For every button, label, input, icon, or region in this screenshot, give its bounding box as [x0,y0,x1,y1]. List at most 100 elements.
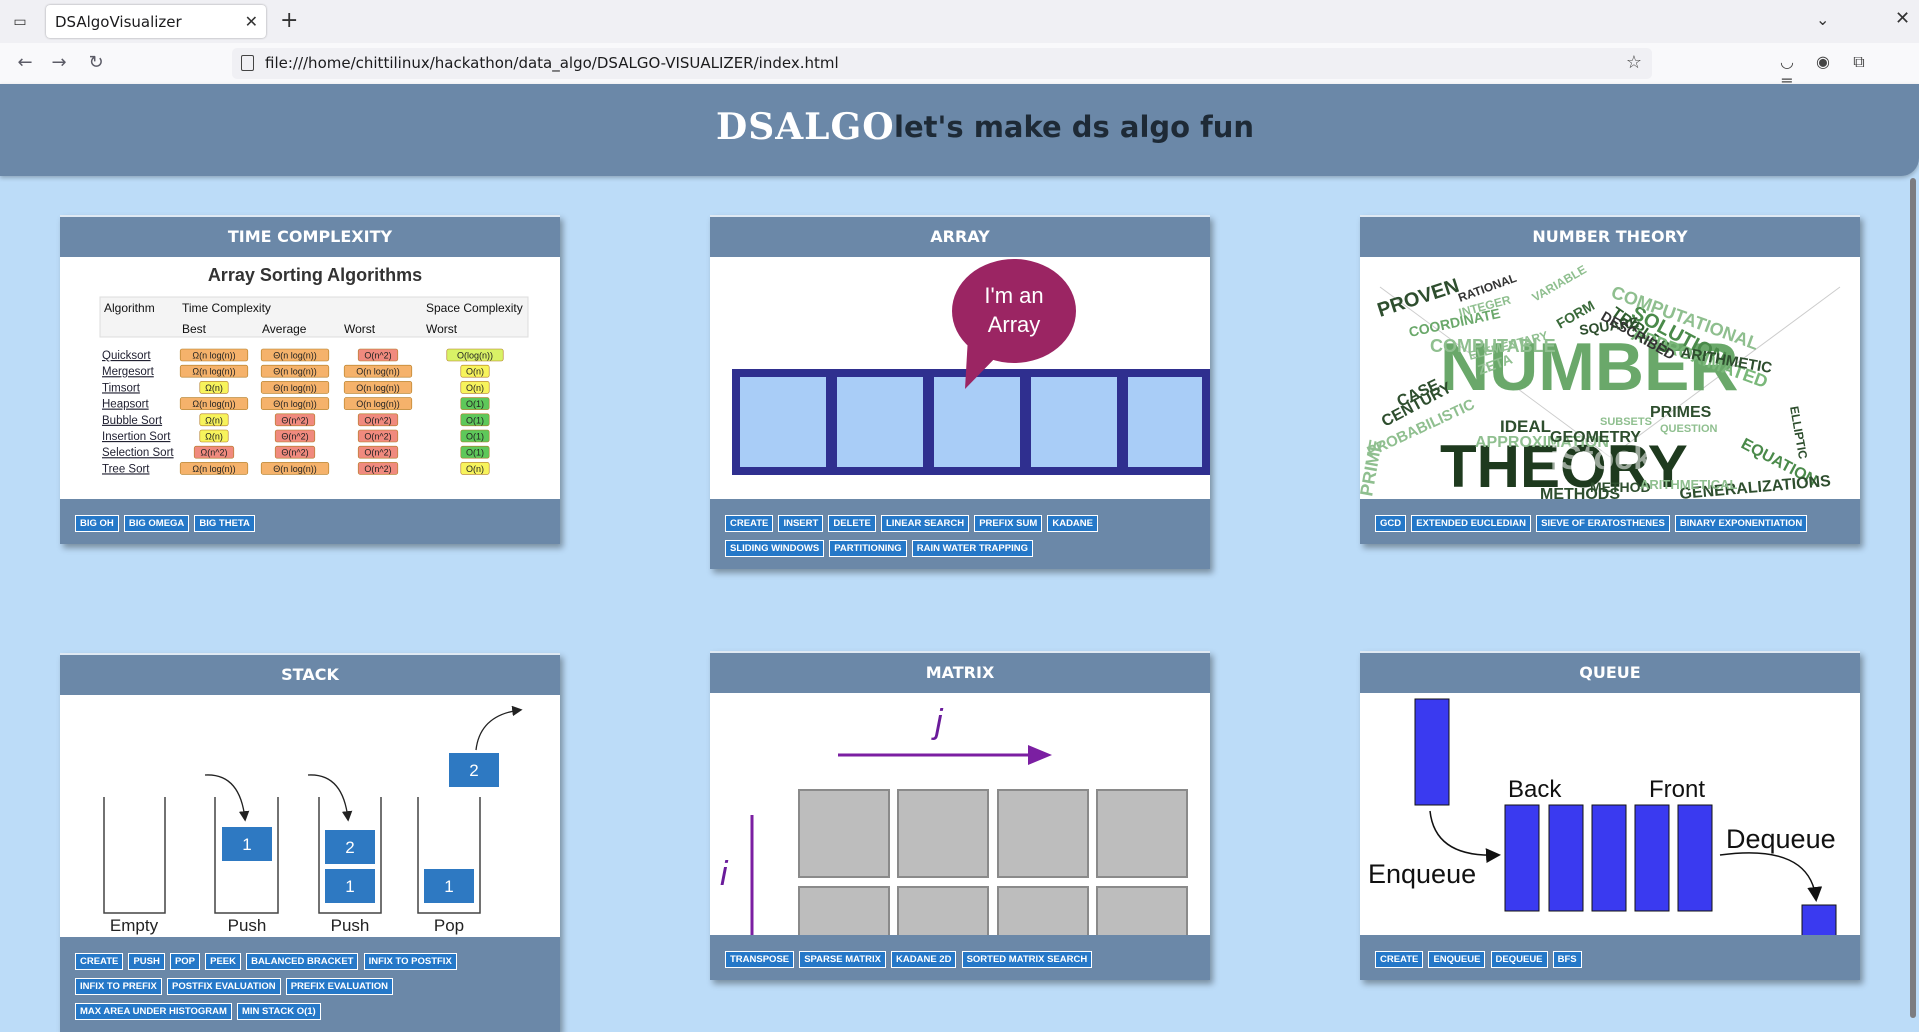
extensions-icon[interactable]: ⧉ [1848,52,1870,72]
card-matrix[interactable]: MATRIX j i TRANSPOSE SPARSE MATRIX KADAN… [710,651,1210,980]
star-icon[interactable]: ☆ [1626,52,1642,73]
tag-button-prefix-evaluation[interactable]: PREFIX EVALUATION [285,978,393,995]
complexity-value: O(n^2) [364,432,391,442]
sort-algorithm-name[interactable]: Bubble Sort [102,415,163,427]
tag-button-delete[interactable]: DELETE [828,515,876,532]
chevron-down-icon[interactable]: ⌄ [1816,10,1829,29]
sort-algorithm-name[interactable]: Heapsort [102,399,149,411]
card-queue[interactable]: QUEUE Back Front Enqueue Dequeue CREATE … [1360,651,1860,980]
tag-button-insert[interactable]: INSERT [778,515,824,532]
tag-button-max-area-under-histogram[interactable]: MAX AREA UNDER HISTOGRAM [75,1003,232,1020]
sort-algorithm-name[interactable]: Insertion Sort [102,431,171,443]
browser-tab[interactable]: DSAlgoVisualizer ✕ [46,5,266,38]
stack-block-label: 1 [444,877,453,896]
complexity-value: O(n^2) [364,351,391,361]
complexity-value: Ω(n) [205,415,223,425]
reload-icon[interactable]: ↻ [85,52,107,74]
stack-image: 1 2 1 1 2 Empty Push Push Pop [60,695,560,937]
tag-button-pop[interactable]: POP [169,953,201,970]
forward-icon[interactable]: → [48,52,70,74]
stack-block-label: 2 [345,838,354,857]
queue-outgoing-item [1801,904,1837,935]
sort-algorithm-name[interactable]: Selection Sort [102,447,174,459]
queue-item [1677,804,1713,912]
complexity-value: O(n^2) [364,415,391,425]
tag-button-create[interactable]: CREATE [1375,951,1424,968]
tag-button-infix-to-prefix[interactable]: INFIX TO PREFIX [75,978,162,995]
tag-list: CREATE INSERT DELETE LINEAR SEARCH PREFI… [710,499,1210,569]
tag-button-big-theta[interactable]: BIG THETA [194,515,255,532]
sort-algorithm-name[interactable]: Quicksort [102,350,151,362]
queue-item [1591,804,1627,912]
tag-button-balanced-bracket[interactable]: BALANCED BRACKET [246,953,359,970]
tag-button-big-omega[interactable]: BIG OMEGA [123,515,190,532]
browser-nav-bar: ← → ↻ file:///home/chittilinux/hackathon… [0,43,1919,91]
tag-button-big-oh[interactable]: BIG OH [75,515,119,532]
tag-button-binary-exponentiation[interactable]: BINARY EXPONENTIATION [1674,515,1808,532]
tag-button-sieve-of-eratosthenes[interactable]: SIEVE OF ERATOSTHENES [1536,515,1670,532]
tab-list-icon[interactable]: ▭ [10,12,30,32]
account-icon[interactable]: ◉ [1812,52,1834,71]
complexity-value: Ω(n log(n)) [192,367,235,377]
array-cell [1031,377,1117,467]
complexity-value: O(n) [466,367,484,377]
card-number-theory[interactable]: NUMBER THEORY NUMBER THEORY SOLUTION COMPUT… [1360,215,1860,544]
tag-button-sliding-windows[interactable]: SLIDING WINDOWS [725,540,825,557]
queue-graphic: Back Front Enqueue Dequeue [1368,698,1837,935]
tag-button-gcd[interactable]: GCD [1375,515,1407,532]
sort-header: Space Complexity [426,301,523,315]
tag-button-extended-eucledian[interactable]: EXTENDED EUCLEDIAN [1411,515,1532,532]
card-array[interactable]: ARRAY I'm an Array CREATE INSERT DELETE … [710,215,1210,569]
tag-button-infix-to-postfix[interactable]: INFIX TO POSTFIX [363,953,457,970]
url-bar[interactable]: file:///home/chittilinux/hackathon/data_… [232,48,1652,79]
tag-button-enqueue[interactable]: ENQUEUE [1428,951,1486,968]
complexity-value: O(n^2) [364,464,391,474]
back-icon[interactable]: ← [14,52,36,74]
tag-button-peek[interactable]: PEEK [205,953,241,970]
tag-button-create[interactable]: CREATE [725,515,774,532]
sort-algorithm-name[interactable]: Tree Sort [102,463,150,475]
scrollbar-thumb[interactable] [1910,178,1916,1018]
tag-button-transpose[interactable]: TRANSPOSE [725,951,795,968]
matrix-cell [1096,886,1188,935]
card-stack[interactable]: STACK 1 2 1 1 2 Empty Push Push Pop CREA… [60,653,560,1032]
plus-icon[interactable]: + [280,8,298,33]
tag-button-prefix-sum[interactable]: PREFIX SUM [974,515,1043,532]
complexity-value: O(n) [466,383,484,393]
site-logo[interactable]: DSALGO [716,106,895,148]
close-icon[interactable]: ✕ [245,12,258,31]
tag-button-kadane[interactable]: KADANE [1047,515,1098,532]
complexity-value: O(n^2) [364,448,391,458]
tag-button-push[interactable]: PUSH [128,953,165,970]
site-tagline: let's make ds algo fun [894,110,1255,144]
pocket-icon[interactable]: ◡ [1776,52,1798,71]
tag-list: CREATE PUSH POP PEEK BALANCED BRACKET IN… [60,937,560,1032]
sort-algorithm-name[interactable]: Timsort [102,382,141,394]
card-time-complexity[interactable]: TIME COMPLEXITY Array Sorting Algorithms… [60,215,560,544]
tag-button-bfs[interactable]: BFS [1552,951,1582,968]
tag-button-rain-water-trapping[interactable]: RAIN WATER TRAPPING [911,540,1033,557]
tag-list: GCD EXTENDED EUCLEDIAN SIEVE OF ERATOSTH… [1360,499,1860,544]
complexity-value: Ω(n) [205,432,223,442]
sort-subheader: Worst [426,322,458,336]
card-title: TIME COMPLEXITY [227,227,393,246]
complexity-value: O(log(n)) [457,351,493,361]
sort-algorithm-name[interactable]: Mergesort [102,366,155,378]
tag-button-kadane-2d[interactable]: KADANE 2D [891,951,957,968]
tag-button-postfix-evaluation[interactable]: POSTFIX EVALUATION [166,978,281,995]
stack-graphic: 1 2 1 1 2 Empty Push Push Pop [103,705,523,935]
window-close-icon[interactable]: ✕ [1895,8,1910,29]
tag-button-linear-search[interactable]: LINEAR SEARCH [880,515,970,532]
browser-tab-bar: ▭ DSAlgoVisualizer ✕ + ⌄ ✕ [0,0,1919,43]
array-cell [1128,377,1202,467]
sorting-table-graphic: Array Sorting Algorithms Algorithm Time C… [99,265,529,475]
tag-button-sparse-matrix[interactable]: SPARSE MATRIX [799,951,886,968]
complexity-value: Ω(n log(n)) [192,351,235,361]
tag-button-create[interactable]: CREATE [75,953,124,970]
tag-button-sorted-matrix-search[interactable]: SORTED MATRIX SEARCH [961,951,1093,968]
tag-button-min-stack-o-1[interactable]: MIN STACK O(1) [237,1003,321,1020]
tag-button-partitioning[interactable]: PARTITIONING [829,540,907,557]
url-text[interactable]: file:///home/chittilinux/hackathon/data_… [265,54,839,72]
array-graphic: I'm an Array [732,259,1210,475]
tag-button-dequeue[interactable]: DEQUEUE [1490,951,1548,968]
